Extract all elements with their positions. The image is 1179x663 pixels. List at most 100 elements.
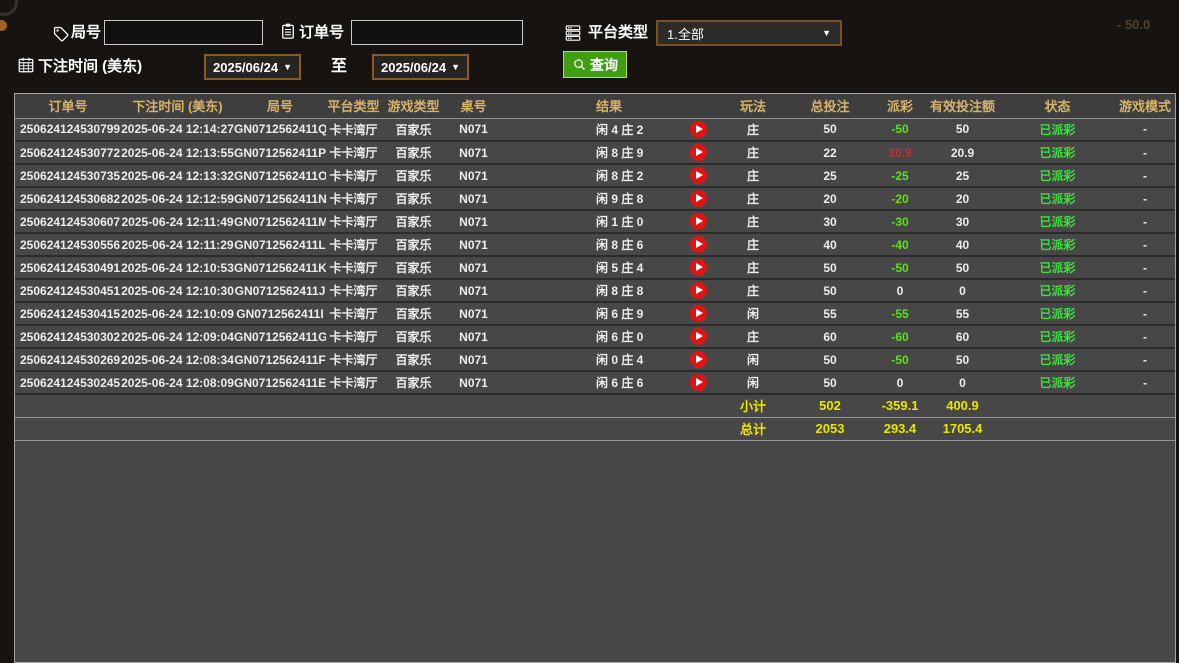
play-button[interactable] xyxy=(690,374,707,391)
game-mode-cell: - xyxy=(1115,325,1175,348)
status-cell: 已派彩 xyxy=(1000,348,1115,371)
result-cell: 闲 1 庄 0 xyxy=(501,210,675,233)
date-from-picker[interactable]: 2025/06/24 ▼ xyxy=(204,54,301,80)
subtotal-total-bet: 502 xyxy=(785,394,875,417)
watermark-dot xyxy=(0,20,7,31)
result-cell: 闲 6 庄 9 xyxy=(501,302,675,325)
valid-bet-cell: 55 xyxy=(925,302,1000,325)
game-type-cell: 百家乐 xyxy=(381,302,446,325)
spacer-cell xyxy=(1115,394,1175,417)
search-button-label: 查询 xyxy=(590,55,618,75)
payout-cell: 0 xyxy=(875,279,925,302)
bet-time-cell: 2025-06-24 12:11:49 xyxy=(121,210,234,233)
payout-cell: -55 xyxy=(875,302,925,325)
order-cell: 250624124530682 xyxy=(15,187,121,210)
status-cell: 已派彩 xyxy=(1000,371,1115,394)
payout-cell: -50 xyxy=(875,348,925,371)
play-cell xyxy=(675,348,721,371)
table-no-cell: N071 xyxy=(446,256,501,279)
order-cell: 250624124530245 xyxy=(15,371,121,394)
play-type-cell: 闲 xyxy=(721,302,785,325)
play-button[interactable] xyxy=(690,328,707,345)
total-row: 总计2053293.41705.4 xyxy=(15,417,1175,440)
result-cell: 闲 8 庄 2 xyxy=(501,164,675,187)
spacer-cell xyxy=(15,417,721,440)
play-type-cell: 庄 xyxy=(721,118,785,141)
play-type-cell: 庄 xyxy=(721,187,785,210)
column-header: 订单号 xyxy=(15,94,121,118)
play-type-cell: 庄 xyxy=(721,325,785,348)
play-cell xyxy=(675,302,721,325)
play-button[interactable] xyxy=(690,305,707,322)
play-type-cell: 庄 xyxy=(721,210,785,233)
table-row: 2506241245304152025-06-24 12:10:09GN0712… xyxy=(15,302,1175,325)
total-bet-cell: 40 xyxy=(785,233,875,256)
play-button[interactable] xyxy=(690,236,707,253)
valid-bet-cell: 0 xyxy=(925,371,1000,394)
platform-cell: 卡卡湾厅 xyxy=(326,233,381,256)
play-cell xyxy=(675,187,721,210)
table-no-cell: N071 xyxy=(446,210,501,233)
game-type-cell: 百家乐 xyxy=(381,256,446,279)
play-button[interactable] xyxy=(690,282,707,299)
date-to-value: 2025/06/24 xyxy=(381,60,446,75)
valid-bet-cell: 30 xyxy=(925,210,1000,233)
total-payout: 293.4 xyxy=(875,417,925,440)
order-cell: 250624124530302 xyxy=(15,325,121,348)
payout-cell: -60 xyxy=(875,325,925,348)
game-type-cell: 百家乐 xyxy=(381,371,446,394)
payout-cell: 0 xyxy=(875,371,925,394)
play-button[interactable] xyxy=(690,213,707,230)
column-header: 桌号 xyxy=(446,94,501,118)
order-cell: 250624124530556 xyxy=(15,233,121,256)
order-cell: 250624124530772 xyxy=(15,141,121,164)
platform-select[interactable]: 1.全部 ▼ xyxy=(656,20,842,46)
game-mode-cell: - xyxy=(1115,256,1175,279)
order-cell: 250624124530415 xyxy=(15,302,121,325)
payout-cell: -50 xyxy=(875,256,925,279)
status-cell: 已派彩 xyxy=(1000,256,1115,279)
play-button[interactable] xyxy=(690,167,707,184)
table-row: 2506241245305562025-06-24 12:11:29GN0712… xyxy=(15,233,1175,256)
column-header: 状态 xyxy=(1000,94,1115,118)
chevron-down-icon: ▼ xyxy=(822,28,831,38)
search-button[interactable]: 查询 xyxy=(563,51,627,78)
play-button[interactable] xyxy=(690,144,707,161)
game-mode-cell: - xyxy=(1115,371,1175,394)
date-to-picker[interactable]: 2025/06/24 ▼ xyxy=(372,54,469,80)
total-bet-cell: 50 xyxy=(785,256,875,279)
round-input[interactable] xyxy=(104,20,263,45)
play-button[interactable] xyxy=(690,259,707,276)
subtotal-row: 小计502-359.1400.9 xyxy=(15,394,1175,417)
status-cell: 已派彩 xyxy=(1000,164,1115,187)
play-type-cell: 庄 xyxy=(721,279,785,302)
play-cell xyxy=(675,233,721,256)
total-valid-bet: 1705.4 xyxy=(925,417,1000,440)
column-header: 游戏模式 xyxy=(1115,94,1175,118)
total-bet-cell: 50 xyxy=(785,118,875,141)
bet-time-cell: 2025-06-24 12:10:09 xyxy=(121,302,234,325)
round-cell: GN0712562411E xyxy=(234,371,326,394)
table-no-cell: N071 xyxy=(446,325,501,348)
play-button[interactable] xyxy=(690,351,707,368)
game-mode-cell: - xyxy=(1115,348,1175,371)
status-cell: 已派彩 xyxy=(1000,325,1115,348)
column-header: 局号 xyxy=(234,94,326,118)
play-button[interactable] xyxy=(690,121,707,138)
payout-cell: -40 xyxy=(875,233,925,256)
result-cell: 闲 8 庄 9 xyxy=(501,141,675,164)
order-input[interactable] xyxy=(351,20,523,45)
total-bet-cell: 20 xyxy=(785,187,875,210)
round-cell: GN0712562411L xyxy=(234,233,326,256)
play-button[interactable] xyxy=(690,190,707,207)
round-cell: GN0712562411G xyxy=(234,325,326,348)
spacer-cell xyxy=(15,394,721,417)
result-cell: 闲 8 庄 8 xyxy=(501,279,675,302)
watermark-text: - 50.0 xyxy=(1117,17,1150,32)
order-cell: 250624124530607 xyxy=(15,210,121,233)
table-no-cell: N071 xyxy=(446,141,501,164)
column-header: 玩法 xyxy=(721,94,785,118)
play-type-cell: 庄 xyxy=(721,233,785,256)
table-row: 2506241245306822025-06-24 12:12:59GN0712… xyxy=(15,187,1175,210)
round-cell: GN0712562411M xyxy=(234,210,326,233)
